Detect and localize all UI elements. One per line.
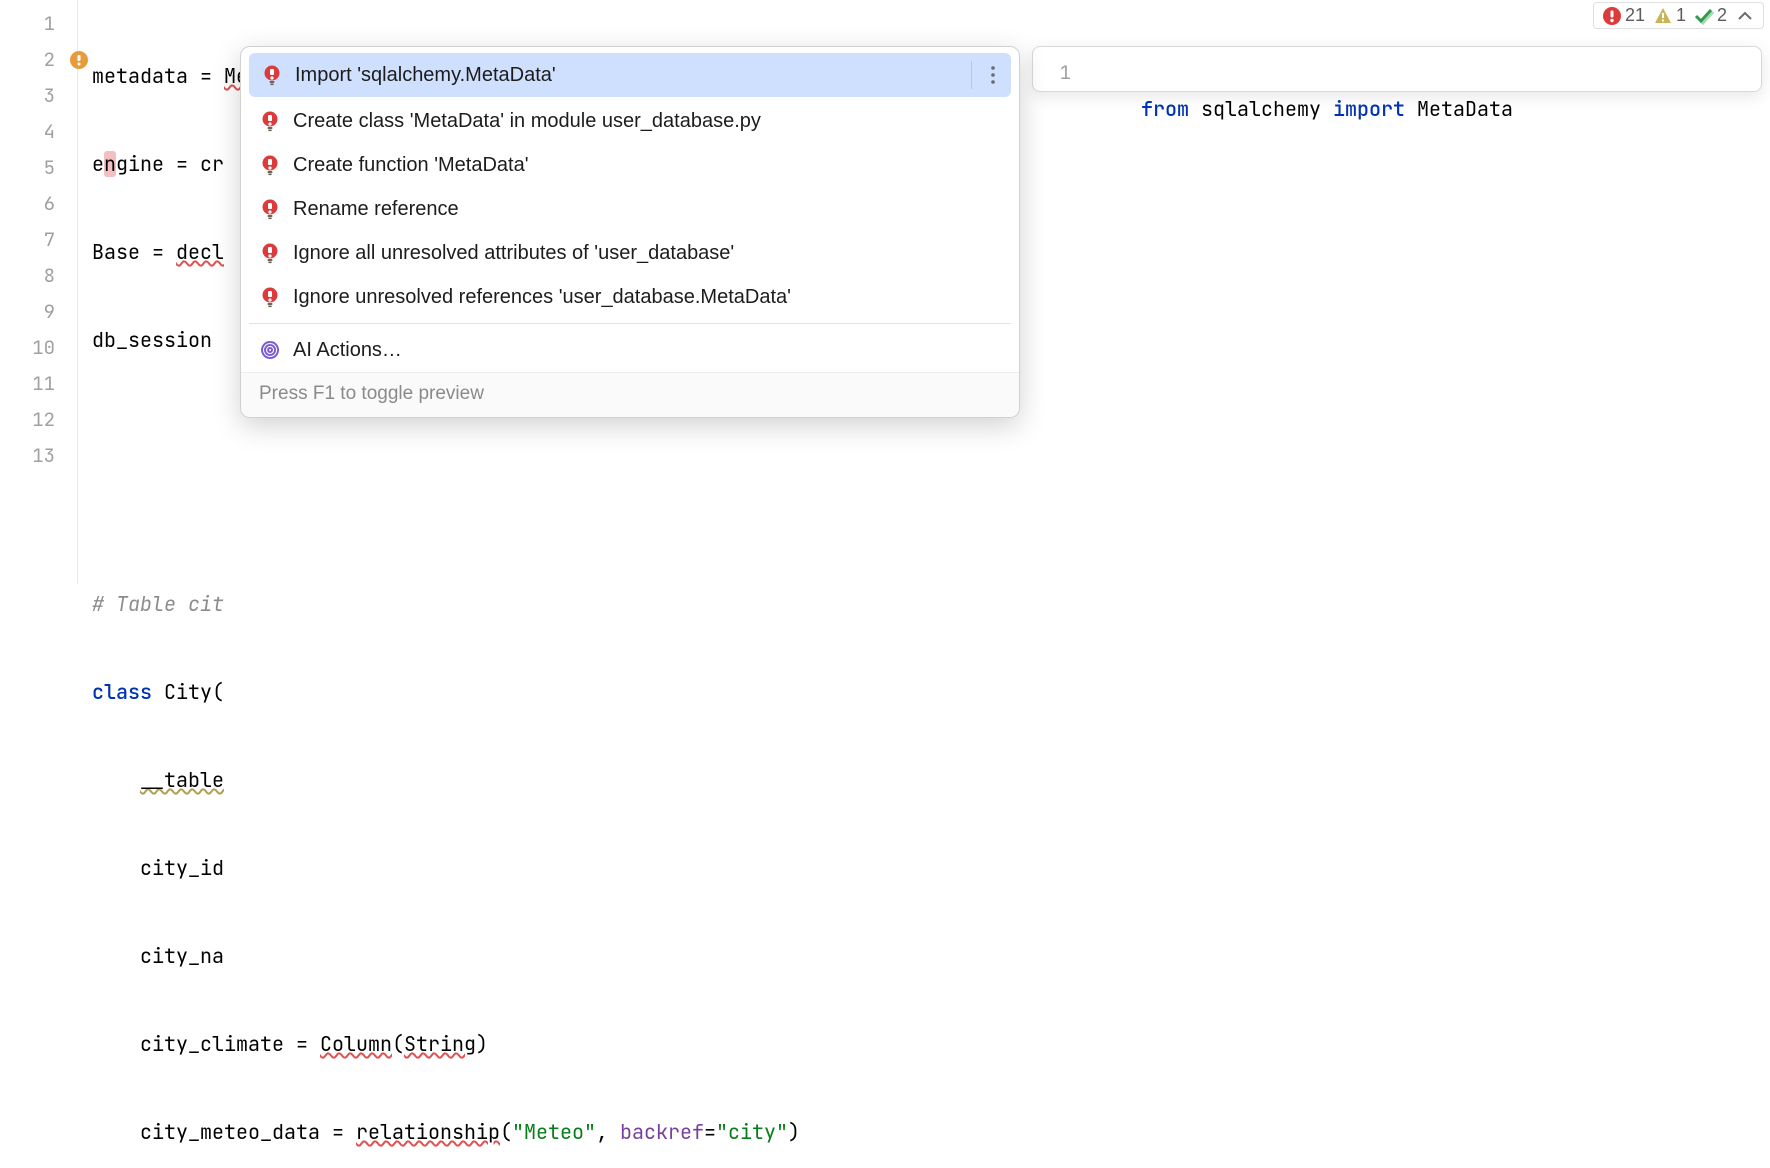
intention-label: Ignore all unresolved attributes of 'use… xyxy=(293,242,734,265)
line-number[interactable]: 2 xyxy=(0,42,77,78)
popup-footer-hint: Press F1 to toggle preview xyxy=(241,372,1019,417)
line-number[interactable]: 7 xyxy=(0,222,77,258)
ai-swirl-icon xyxy=(259,339,281,361)
intention-item-ignore-attrs[interactable]: Ignore all unresolved attributes of 'use… xyxy=(241,231,1019,275)
code-line: class City( xyxy=(92,674,1770,710)
line-number[interactable]: 6 xyxy=(0,186,77,222)
line-number[interactable]: 9 xyxy=(0,294,77,330)
bulb-icon xyxy=(261,64,283,86)
intention-label: Rename reference xyxy=(293,198,459,221)
code-line: city_meteo_data = relationship("Meteo", … xyxy=(92,1114,1770,1150)
bulb-icon xyxy=(259,242,281,264)
intention-label: AI Actions… xyxy=(293,339,402,362)
code-line: city_id xyxy=(92,850,1770,886)
bulb-icon xyxy=(259,286,281,308)
gutter: 1 2 3 4 5 6 7 8 9 10 11 12 13 xyxy=(0,0,78,584)
error-icon xyxy=(1602,6,1622,26)
errors-count: 21 xyxy=(1625,5,1645,26)
separator xyxy=(249,323,1011,324)
ok-badge[interactable]: 2 xyxy=(1694,5,1727,26)
intention-actions-popup: Import 'sqlalchemy.MetaData' Create clas… xyxy=(240,46,1020,418)
line-number[interactable]: 11 xyxy=(0,366,77,402)
intention-item-ai-actions[interactable]: AI Actions… xyxy=(241,328,1019,372)
intention-item-import[interactable]: Import 'sqlalchemy.MetaData' xyxy=(249,53,1011,97)
intention-label: Ignore unresolved references 'user_datab… xyxy=(293,286,791,309)
code-line: city_climate = Column(String) xyxy=(92,1026,1770,1062)
line-number[interactable]: 3 xyxy=(0,78,77,114)
code-line: # Table cit xyxy=(92,586,1770,622)
line-number[interactable]: 5 xyxy=(0,150,77,186)
line-number[interactable]: 4 xyxy=(0,114,77,150)
intention-item-create-class[interactable]: Create class 'MetaData' in module user_d… xyxy=(241,99,1019,143)
ok-count: 2 xyxy=(1717,5,1727,26)
preview-gutter: 1 xyxy=(1033,47,1087,91)
dots-vertical-icon xyxy=(989,66,997,84)
preview-line-number: 1 xyxy=(1033,55,1087,91)
chevron-up-icon[interactable] xyxy=(1735,6,1755,26)
code-line: city_na xyxy=(92,938,1770,974)
intention-item-create-function[interactable]: Create function 'MetaData' xyxy=(241,143,1019,187)
intention-item-ignore-refs[interactable]: Ignore unresolved references 'user_datab… xyxy=(241,275,1019,319)
line-number[interactable]: 1 xyxy=(0,6,77,42)
code-line: __table xyxy=(92,762,1770,798)
warning-icon xyxy=(1653,6,1673,26)
bulb-icon xyxy=(259,110,281,132)
line-number[interactable]: 10 xyxy=(0,330,77,366)
code-line xyxy=(92,498,1770,534)
warnings-badge[interactable]: 1 xyxy=(1653,5,1686,26)
bulb-icon xyxy=(259,154,281,176)
preview-code: from sqlalchemy import MetaData xyxy=(1087,47,1513,83)
intention-item-rename[interactable]: Rename reference xyxy=(241,187,1019,231)
line-number[interactable]: 13 xyxy=(0,438,77,474)
line-number[interactable]: 8 xyxy=(0,258,77,294)
bulb-icon xyxy=(259,198,281,220)
inspection-widget[interactable]: 21 1 2 xyxy=(1593,2,1764,29)
check-icon xyxy=(1694,6,1714,26)
line-number[interactable]: 12 xyxy=(0,402,77,438)
more-options-button[interactable] xyxy=(971,61,999,89)
intention-label: Import 'sqlalchemy.MetaData' xyxy=(295,64,556,87)
quickfix-preview-panel: 1 from sqlalchemy import MetaData xyxy=(1032,46,1762,92)
intention-label: Create function 'MetaData' xyxy=(293,154,529,177)
intention-label: Create class 'MetaData' in module user_d… xyxy=(293,110,761,133)
errors-badge[interactable]: 21 xyxy=(1602,5,1645,26)
warnings-count: 1 xyxy=(1676,5,1686,26)
